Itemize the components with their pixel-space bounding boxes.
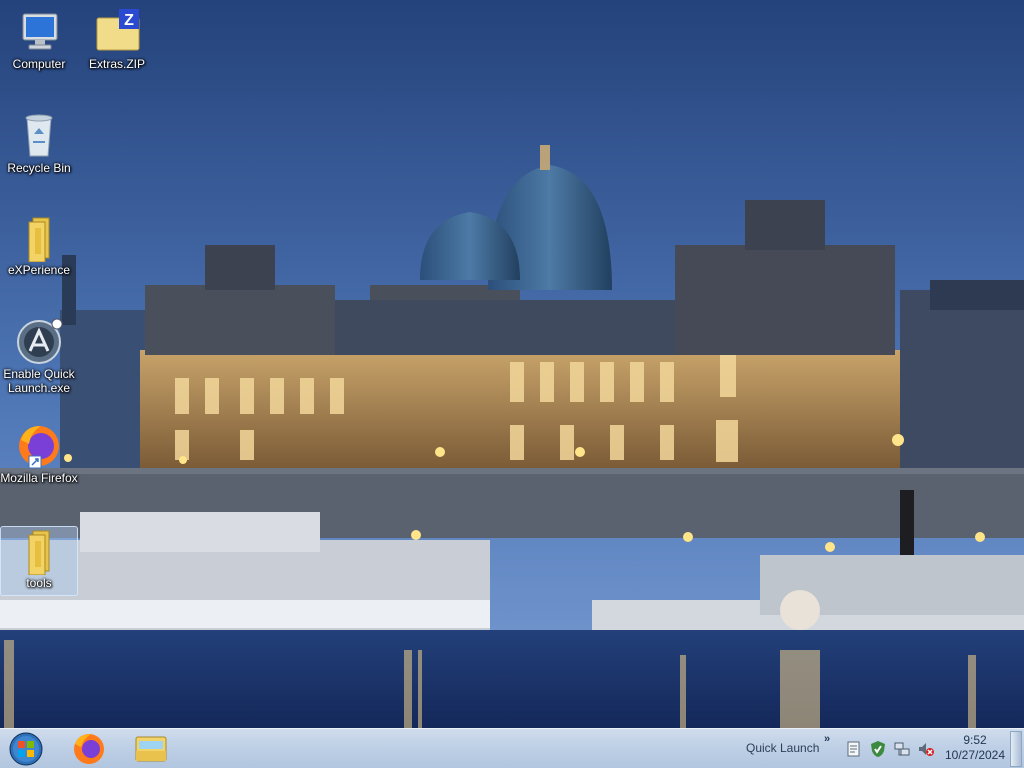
quick-launch-label[interactable]: Quick Launch <box>746 741 819 755</box>
desktop-icon-computer[interactable]: Computer <box>0 8 78 71</box>
clock-date: 10/27/2024 <box>944 748 1006 762</box>
windows-start-orb-icon <box>9 732 43 766</box>
clock-time: 9:52 <box>963 733 987 747</box>
desktop-icon-enable-quick-launch[interactable]: Enable Quick Launch.exe <box>0 318 78 395</box>
desktop-icon-extras-zip[interactable]: Z Extras.ZIP <box>78 8 156 71</box>
desktop-icon-label: Mozilla Firefox <box>0 471 78 485</box>
desktop-icon-experience[interactable]: eXPerience <box>0 214 78 277</box>
taskbar: Quick Launch » 9:52 10/27/2024 <box>0 728 1024 768</box>
desktop-icon-label: eXPerience <box>7 263 71 277</box>
network-icon[interactable] <box>894 740 910 758</box>
folder-icon <box>15 214 63 263</box>
desktop-icon-tools[interactable]: tools <box>0 526 78 596</box>
quick-launch-chevron-icon[interactable]: » <box>824 733 830 745</box>
start-button[interactable] <box>6 731 46 767</box>
system-clock[interactable]: 9:52 10/27/2024 <box>940 733 1010 763</box>
volume-muted-icon[interactable] <box>918 740 934 758</box>
svg-text:Z: Z <box>124 12 134 29</box>
firefox-icon <box>15 422 63 470</box>
quick-launch-app-icon <box>15 318 63 366</box>
taskbar-explorer-button[interactable] <box>126 731 176 767</box>
show-desktop-button[interactable] <box>1010 731 1022 767</box>
desktop-icon-label: Recycle Bin <box>7 161 71 175</box>
desktop-icon-mozilla-firefox[interactable]: Mozilla Firefox <box>0 422 78 485</box>
desktop-icon-label: Extras.ZIP <box>88 57 145 71</box>
taskbar-firefox-button[interactable] <box>64 731 114 767</box>
desktop-icon-recycle-bin[interactable]: Recycle Bin <box>0 112 78 175</box>
security-shield-icon[interactable] <box>870 740 886 758</box>
firefox-icon <box>74 734 104 764</box>
computer-icon <box>15 8 63 56</box>
desktop-icon-label: tools <box>26 576 52 590</box>
recycle-bin-icon <box>15 112 63 160</box>
folder-icon <box>15 527 63 576</box>
file-explorer-icon <box>135 736 167 762</box>
desktop-icon-label: Enable Quick Launch.exe <box>3 367 75 395</box>
desktop-wallpaper <box>0 0 1024 728</box>
desktop-icon-label: Computer <box>12 57 66 71</box>
action-center-icon[interactable] <box>846 740 862 758</box>
zip-folder-icon: Z <box>93 8 141 56</box>
